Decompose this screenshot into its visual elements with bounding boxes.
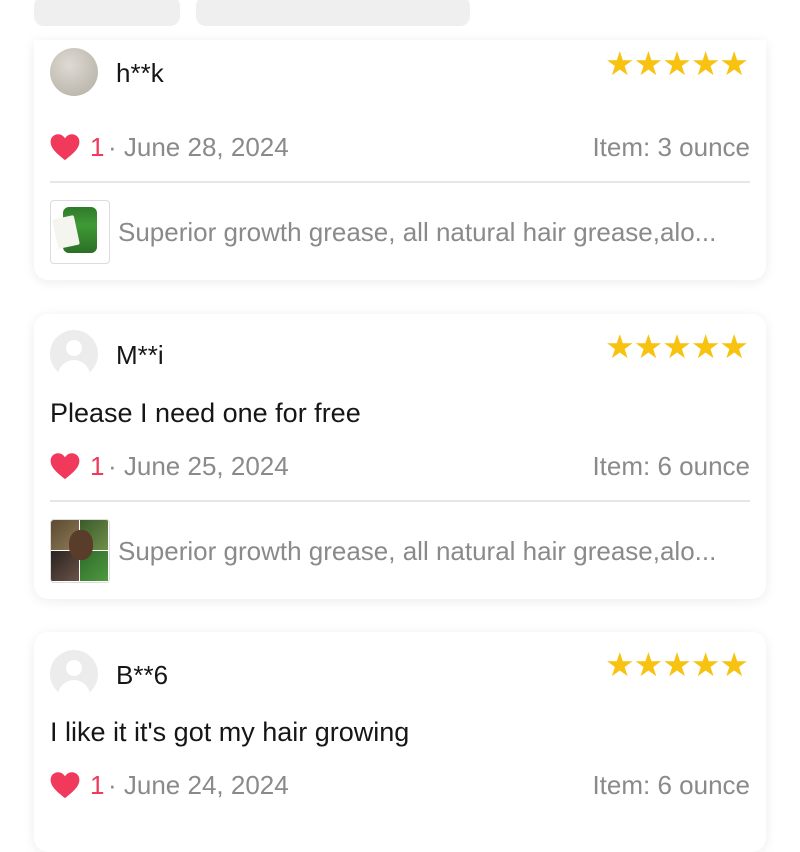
reviewer-name: B**6 xyxy=(116,660,169,690)
star-icon: ★ xyxy=(662,646,692,683)
heart-icon[interactable] xyxy=(50,771,80,799)
product-title-link[interactable]: Superior growth grease, all natural hair… xyxy=(118,217,716,248)
reviewer-name: h**k xyxy=(116,58,164,88)
review-text: Please I need one for free xyxy=(50,398,361,428)
heart-icon[interactable] xyxy=(50,133,80,161)
star-icon: ★ xyxy=(633,45,664,82)
divider xyxy=(50,181,750,183)
star-rating: ★★★★★ xyxy=(605,328,749,365)
star-icon: ★ xyxy=(633,328,664,365)
star-icon: ★ xyxy=(719,328,749,365)
star-icon: ★ xyxy=(605,45,635,82)
star-icon: ★ xyxy=(719,45,749,82)
star-icon: ★ xyxy=(690,45,721,82)
star-icon: ★ xyxy=(633,646,664,683)
review-card: h**k ★★★★★ 1 · June 28, 2024 Item: 3 oun… xyxy=(34,40,766,280)
product-thumbnail[interactable] xyxy=(50,519,110,583)
reviewer-name: M**i xyxy=(116,340,164,370)
review-date: · June 28, 2024 xyxy=(108,132,289,162)
star-icon: ★ xyxy=(605,328,635,365)
filter-chip[interactable] xyxy=(196,0,470,26)
like-count: 1 xyxy=(90,451,105,481)
star-icon: ★ xyxy=(690,328,721,365)
avatar xyxy=(50,48,98,96)
avatar xyxy=(50,650,98,698)
star-icon: ★ xyxy=(719,646,749,683)
item-variant: Item: 3 ounce xyxy=(592,132,750,162)
filter-chip[interactable] xyxy=(34,0,180,26)
star-icon: ★ xyxy=(605,646,635,683)
review-card: M**i ★★★★★ Please I need one for free 1 … xyxy=(34,314,766,599)
review-meta: 1 · June 28, 2024 Item: 3 ounce xyxy=(50,132,750,164)
star-icon: ★ xyxy=(662,328,692,365)
review-date: · June 24, 2024 xyxy=(108,770,289,800)
like-count: 1 xyxy=(90,132,105,162)
star-icon: ★ xyxy=(662,45,692,82)
like-count: 1 xyxy=(90,770,105,800)
product-thumbnail[interactable] xyxy=(50,200,110,264)
avatar xyxy=(50,330,98,378)
review-text: I like it it's got my hair growing xyxy=(50,717,410,747)
review-meta: 1 · June 24, 2024 Item: 6 ounce xyxy=(50,770,750,802)
review-card: B**6 ★★★★★ I like it it's got my hair gr… xyxy=(34,632,766,852)
star-icon: ★ xyxy=(690,646,721,683)
star-rating: ★★★★★ xyxy=(605,646,749,683)
heart-icon[interactable] xyxy=(50,452,80,480)
star-rating: ★★★★★ xyxy=(605,45,749,82)
item-variant: Item: 6 ounce xyxy=(592,770,750,800)
product-title-link[interactable]: Superior growth grease, all natural hair… xyxy=(118,536,716,567)
item-variant: Item: 6 ounce xyxy=(592,451,750,481)
divider xyxy=(50,500,750,502)
review-meta: 1 · June 25, 2024 Item: 6 ounce xyxy=(50,451,750,483)
review-date: · June 25, 2024 xyxy=(108,451,289,481)
